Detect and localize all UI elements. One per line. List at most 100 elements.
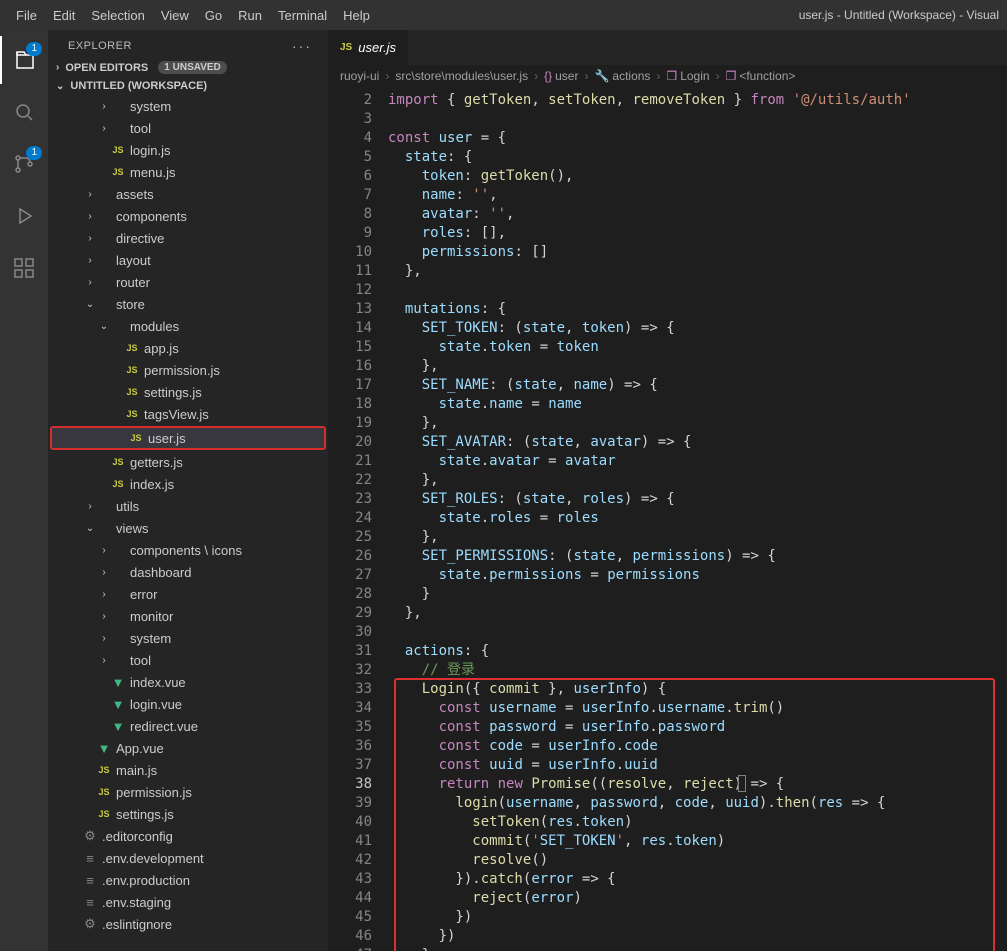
tree-label: layout bbox=[116, 253, 151, 268]
tree-row[interactable]: ›router bbox=[48, 271, 328, 293]
open-editors-label: OPEN EDITORS bbox=[65, 62, 148, 74]
menu-terminal[interactable]: Terminal bbox=[270, 4, 335, 27]
explorer-icon[interactable]: 1 bbox=[0, 36, 48, 84]
tree-row[interactable]: › layout bbox=[48, 249, 328, 271]
tree-row[interactable]: JSgetters.js bbox=[48, 451, 328, 473]
tree-row[interactable]: JSsettings.js bbox=[48, 381, 328, 403]
tree-label: app.js bbox=[144, 341, 179, 356]
menu-edit[interactable]: Edit bbox=[45, 4, 83, 27]
run-debug-icon[interactable] bbox=[0, 192, 48, 240]
tree-row[interactable]: ›utils bbox=[48, 495, 328, 517]
menu-file[interactable]: File bbox=[8, 4, 45, 27]
tree-row[interactable]: ≡.env.production bbox=[48, 869, 328, 891]
env-icon: ≡ bbox=[82, 873, 98, 888]
chevron-icon: › bbox=[84, 255, 96, 266]
tree-row[interactable]: ›tool bbox=[48, 649, 328, 671]
tree-row[interactable]: ▼index.vue bbox=[48, 671, 328, 693]
tree-row[interactable]: ⌄modules bbox=[48, 315, 328, 337]
extensions-icon[interactable] bbox=[0, 244, 48, 292]
search-icon[interactable] bbox=[0, 88, 48, 136]
code-line: state.token = token bbox=[388, 338, 1007, 357]
code-line bbox=[388, 110, 1007, 129]
editor-area: JS user.js ruoyi-ui›src\store\modules\us… bbox=[328, 30, 1007, 951]
menu-help[interactable]: Help bbox=[335, 4, 378, 27]
menu-view[interactable]: View bbox=[153, 4, 197, 27]
gear-icon: ⚙ bbox=[82, 916, 98, 932]
tree-label: index.vue bbox=[130, 675, 186, 690]
tree-row[interactable]: JStagsView.js bbox=[48, 403, 328, 425]
menu-selection[interactable]: Selection bbox=[83, 4, 152, 27]
tree-row[interactable]: ›directive bbox=[48, 227, 328, 249]
chevron-icon: › bbox=[84, 501, 96, 512]
chevron-icon: › bbox=[98, 633, 110, 644]
tree-row[interactable]: JSpermission.js bbox=[48, 359, 328, 381]
js-icon: JS bbox=[128, 433, 144, 443]
js-icon: JS bbox=[96, 809, 112, 819]
tree-label: components bbox=[116, 209, 187, 224]
menu-run[interactable]: Run bbox=[230, 4, 270, 27]
tree-label: index.js bbox=[130, 477, 174, 492]
tree-row[interactable]: JSapp.js bbox=[48, 337, 328, 359]
tree-row[interactable]: JSuser.js bbox=[50, 426, 326, 450]
code-content[interactable]: import { getToken, setToken, removeToken… bbox=[388, 87, 1007, 951]
code-line: SET_NAME: (state, name) => { bbox=[388, 376, 1007, 395]
tree-label: dashboard bbox=[130, 565, 191, 580]
source-control-icon[interactable]: 1 bbox=[0, 140, 48, 188]
tree-row[interactable]: JSpermission.js bbox=[48, 781, 328, 803]
menu-go[interactable]: Go bbox=[197, 4, 230, 27]
tree-label: getters.js bbox=[130, 455, 183, 470]
tree-row[interactable]: JSindex.js bbox=[48, 473, 328, 495]
tree-row[interactable]: JSlogin.js bbox=[48, 139, 328, 161]
tree-row[interactable]: ›system bbox=[48, 627, 328, 649]
tree-row[interactable]: ›monitor bbox=[48, 605, 328, 627]
breadcrumb-item[interactable]: ❒<function> bbox=[726, 69, 796, 83]
chevron-icon: ⌄ bbox=[98, 321, 110, 332]
tree-label: settings.js bbox=[144, 385, 202, 400]
file-tree[interactable]: ›system›toolJSlogin.jsJSmenu.js›assets›c… bbox=[48, 95, 328, 951]
tree-row[interactable]: ▼redirect.vue bbox=[48, 715, 328, 737]
code-editor[interactable]: 2345678910111213141516171819202122232425… bbox=[328, 87, 1007, 951]
breadcrumb-item[interactable]: ❒Login bbox=[666, 69, 709, 83]
explorer-more-icon[interactable]: ··· bbox=[292, 38, 312, 54]
breadcrumbs[interactable]: ruoyi-ui›src\store\modules\user.js›{}use… bbox=[328, 65, 1007, 87]
tree-label: assets bbox=[116, 187, 154, 202]
gear-icon: ⚙ bbox=[82, 828, 98, 844]
tree-row[interactable]: ≡.env.staging bbox=[48, 891, 328, 913]
workspace-header[interactable]: ⌄ UNTITLED (WORKSPACE) bbox=[48, 77, 328, 95]
vue-icon: ▼ bbox=[110, 719, 126, 734]
code-line: import { getToken, setToken, removeToken… bbox=[388, 91, 1007, 110]
tree-row[interactable]: ›system bbox=[48, 95, 328, 117]
tree-row[interactable]: › components bbox=[48, 205, 328, 227]
chevron-icon: › bbox=[84, 211, 96, 222]
js-icon: JS bbox=[96, 765, 112, 775]
code-line: SET_AVATAR: (state, avatar) => { bbox=[388, 433, 1007, 452]
tree-row[interactable]: JSmenu.js bbox=[48, 161, 328, 183]
breadcrumb-item[interactable]: {}user bbox=[544, 69, 578, 83]
open-editors-header[interactable]: › OPEN EDITORS 1 UNSAVED bbox=[48, 58, 328, 77]
tree-label: error bbox=[130, 587, 157, 602]
tree-row[interactable]: ⌄store bbox=[48, 293, 328, 315]
breadcrumb-item[interactable]: 🔧actions bbox=[594, 69, 650, 83]
tree-row[interactable]: ›assets bbox=[48, 183, 328, 205]
tree-row[interactable]: ⌄views bbox=[48, 517, 328, 539]
tree-row[interactable]: ▼login.vue bbox=[48, 693, 328, 715]
tree-row[interactable]: ≡.env.development bbox=[48, 847, 328, 869]
tree-row[interactable]: JSsettings.js bbox=[48, 803, 328, 825]
tree-row[interactable]: JSmain.js bbox=[48, 759, 328, 781]
tree-label: tool bbox=[130, 653, 151, 668]
tree-row[interactable]: ›components \ icons bbox=[48, 539, 328, 561]
tree-row[interactable]: ›tool bbox=[48, 117, 328, 139]
breadcrumb-item[interactable]: src\store\modules\user.js bbox=[395, 69, 528, 83]
tree-row[interactable]: ▼App.vue bbox=[48, 737, 328, 759]
tree-row[interactable]: ⚙ .eslintignore bbox=[48, 913, 328, 935]
code-line: }, bbox=[388, 262, 1007, 281]
tree-row[interactable]: ›dashboard bbox=[48, 561, 328, 583]
tree-row[interactable]: ⚙.editorconfig bbox=[48, 825, 328, 847]
breadcrumb-item[interactable]: ruoyi-ui bbox=[340, 69, 379, 83]
tab-user-js[interactable]: JS user.js bbox=[328, 30, 409, 65]
code-line: state.permissions = permissions bbox=[388, 566, 1007, 585]
js-icon: JS bbox=[110, 145, 126, 155]
tree-row[interactable]: ›error bbox=[48, 583, 328, 605]
tree-label: .eslintignore bbox=[102, 917, 172, 932]
chevron-icon: › bbox=[98, 611, 110, 622]
